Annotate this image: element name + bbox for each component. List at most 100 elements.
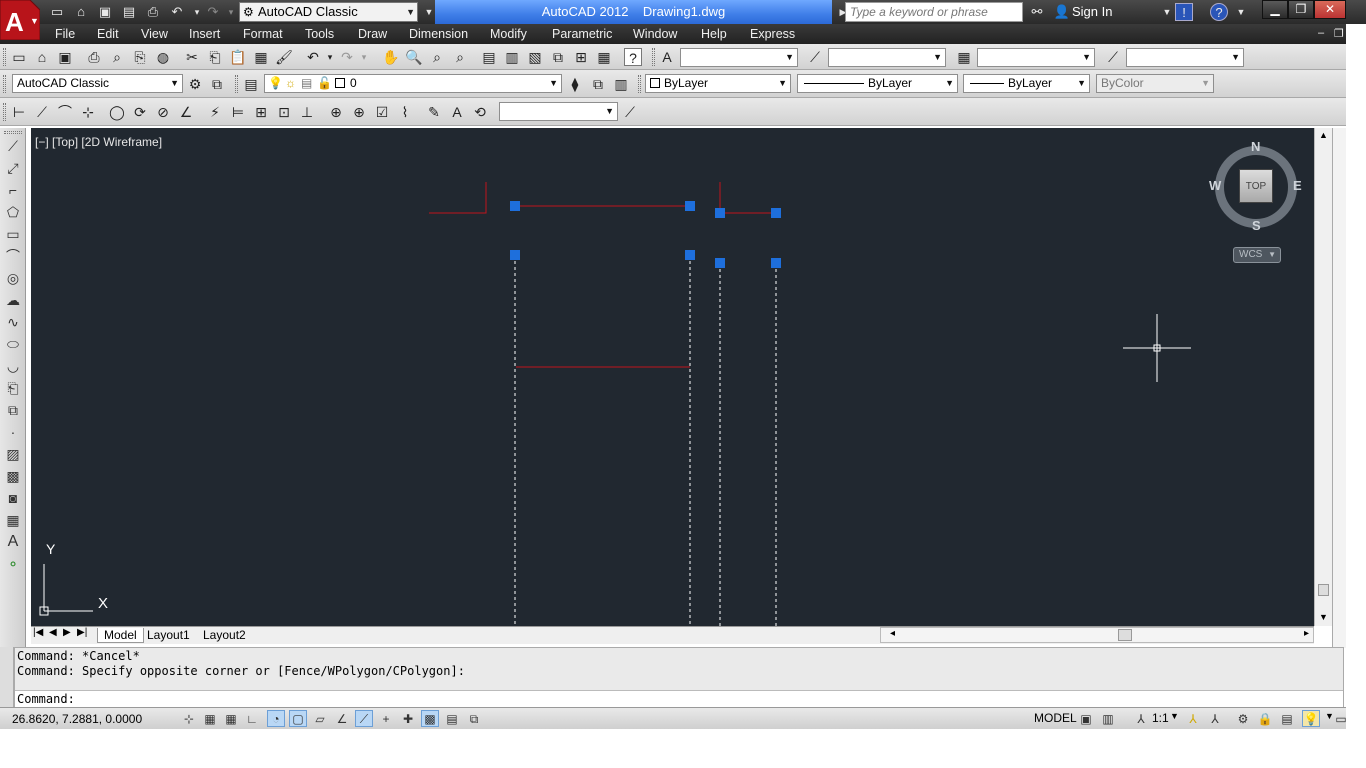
undo-icon[interactable]: ↶ <box>304 48 322 66</box>
grid-display-icon[interactable]: ▦ <box>222 710 240 727</box>
grip[interactable] <box>510 201 520 211</box>
table-style-icon[interactable]: ▦ <box>955 48 973 66</box>
multiline-text-icon[interactable]: A <box>4 533 22 551</box>
clean-screen-icon[interactable]: ▭ <box>1332 710 1350 727</box>
selection-cycling-icon[interactable]: ⧉ <box>465 710 483 727</box>
match-properties-icon[interactable]: 🖌 <box>275 48 293 66</box>
grip[interactable] <box>685 250 695 260</box>
angular-dimension-icon[interactable]: ∠ <box>177 103 195 121</box>
scroll-right-icon[interactable]: ▸ <box>1304 628 1309 639</box>
text-style-icon[interactable]: A <box>658 48 676 66</box>
scroll-down-icon[interactable]: ▼ <box>1319 612 1328 622</box>
annotation-scale-value[interactable]: 1:1 <box>1152 711 1169 725</box>
make-block-icon[interactable]: ⧉ <box>4 401 22 419</box>
undo-icon[interactable]: ↶ <box>168 3 186 21</box>
compass-west[interactable]: W <box>1209 178 1221 193</box>
menu-format[interactable]: Format <box>243 27 283 41</box>
plot-preview-icon[interactable]: ⌕ <box>108 48 126 66</box>
isolate-objects-icon[interactable]: 💡 <box>1302 710 1320 727</box>
zoom-window-icon[interactable]: ⌕ <box>428 48 446 66</box>
dynamic-ucs-icon[interactable]: ⟋ <box>355 710 373 727</box>
layer-states-icon[interactable]: ▥ <box>612 75 630 93</box>
quick-view-drawings-icon[interactable]: ▥ <box>1099 710 1117 727</box>
properties-icon[interactable]: ▤ <box>480 48 498 66</box>
model-space-toggle[interactable]: MODEL <box>1034 711 1077 725</box>
auto-scale-icon[interactable]: ⅄ <box>1206 710 1224 727</box>
properties-palette-strip[interactable] <box>1332 128 1346 648</box>
object-snap-icon[interactable]: ▢ <box>289 710 307 727</box>
next-tab-icon[interactable]: ▶ <box>63 627 71 638</box>
menu-tools[interactable]: Tools <box>305 27 334 41</box>
command-line-grip[interactable] <box>0 647 14 707</box>
grip[interactable] <box>715 258 725 268</box>
polygon-icon[interactable]: ⬠ <box>4 203 22 221</box>
selected-dashed-lines[interactable] <box>514 255 777 626</box>
publish-icon[interactable]: ⎘ <box>131 48 149 66</box>
paste-icon[interactable]: 📋 <box>229 48 247 66</box>
save-icon[interactable]: ▣ <box>96 3 114 21</box>
line-icon[interactable]: ⟋ <box>4 137 22 155</box>
plot-icon[interactable]: ⎙ <box>144 3 162 21</box>
toolbar-lock-icon[interactable]: 🔒 <box>1256 710 1274 727</box>
menu-view[interactable]: View <box>141 27 168 41</box>
quick-view-layouts-icon[interactable]: ▣ <box>1077 710 1095 727</box>
rectangle-icon[interactable]: ▭ <box>4 225 22 243</box>
menu-express[interactable]: Express <box>750 27 795 41</box>
hatch-icon[interactable]: ▨ <box>4 445 22 463</box>
scroll-left-icon[interactable]: ◂ <box>890 628 895 639</box>
3d-print-icon[interactable]: ◍ <box>154 48 172 66</box>
lineweight-icon[interactable]: ✚ <box>399 710 417 727</box>
wcs-menu-button[interactable]: WCS ▼ <box>1233 247 1281 263</box>
workspace-switching-icon[interactable]: ⚙ <box>1234 710 1252 727</box>
qnew-icon[interactable]: ▭ <box>10 48 28 66</box>
ellipse-arc-icon[interactable]: ◡ <box>4 357 22 375</box>
annotation-visibility-icon[interactable]: ⅄ <box>1184 710 1202 727</box>
annotation-scale-icon[interactable]: ⅄ <box>1132 710 1150 727</box>
dimension-update-icon[interactable]: ⟲ <box>471 103 489 121</box>
doc-restore-icon[interactable]: ❐ <box>1334 27 1344 40</box>
grip[interactable] <box>771 208 781 218</box>
quick-dimension-icon[interactable]: ⚡ <box>206 103 224 121</box>
markup-icon[interactable]: ⊞ <box>572 48 590 66</box>
object-snap-tracking-icon[interactable]: ∠ <box>333 710 351 727</box>
dimension-edit-icon[interactable]: ✎ <box>425 103 443 121</box>
compass-east[interactable]: E <box>1293 178 1302 193</box>
spline-icon[interactable]: ∿ <box>4 313 22 331</box>
grip[interactable] <box>685 201 695 211</box>
polar-tracking-icon[interactable]: ◔ <box>267 710 285 727</box>
new-icon[interactable]: ▭ <box>48 3 66 21</box>
menu-file[interactable]: File <box>55 27 75 41</box>
compass-north[interactable]: N <box>1251 139 1260 154</box>
horizontal-scroll-thumb[interactable] <box>1118 629 1132 641</box>
user-icon[interactable]: 👤 <box>1053 3 1071 21</box>
toolbar-grip[interactable] <box>638 75 641 93</box>
3d-object-snap-icon[interactable]: ▱ <box>311 710 329 727</box>
inspection-icon[interactable]: ☑ <box>373 103 391 121</box>
text-style-combo[interactable]: ▼ <box>680 48 798 67</box>
open-icon[interactable]: ⌂ <box>72 3 90 21</box>
color-combo[interactable]: ByLayer ▼ <box>645 74 791 93</box>
binoculars-icon[interactable]: ⚯ <box>1028 3 1046 21</box>
sheet-set-icon[interactable]: ⧉ <box>549 48 567 66</box>
red-line-left-corner[interactable] <box>429 182 487 214</box>
grip[interactable] <box>715 208 725 218</box>
pan-icon[interactable]: ✋ <box>382 48 400 66</box>
dimension-break-icon[interactable]: ⊥ <box>298 103 316 121</box>
menu-dimension[interactable]: Dimension <box>409 27 468 41</box>
compass-south[interactable]: S <box>1252 218 1261 233</box>
toolbar-grip[interactable] <box>235 75 238 93</box>
menu-insert[interactable]: Insert <box>189 27 220 41</box>
minimize-button[interactable]: ▁ <box>1262 0 1288 19</box>
lineweight-combo[interactable]: ByLayer ▼ <box>963 74 1090 93</box>
toolbar-grip[interactable] <box>3 75 6 93</box>
make-current-layer-icon[interactable]: ⧫ <box>566 75 584 93</box>
close-button[interactable]: ✕ <box>1314 0 1346 19</box>
copy-icon[interactable]: ⎗ <box>206 48 224 66</box>
dim-style-icon[interactable]: ⟋ <box>806 48 824 66</box>
search-input[interactable]: Type a keyword or phrase <box>845 2 1023 22</box>
arc-length-icon[interactable]: ⌒ <box>56 103 74 121</box>
drawing-canvas[interactable]: [−] [Top] [2D Wireframe] Y X TOP N S E W… <box>31 128 1314 626</box>
quick-properties-icon[interactable]: ▤ <box>443 710 461 727</box>
ortho-mode-icon[interactable]: ∟ <box>243 710 261 727</box>
save-icon[interactable]: ▣ <box>56 48 74 66</box>
